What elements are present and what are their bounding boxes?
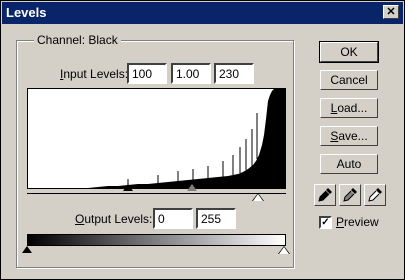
channel-value: Black (88, 33, 118, 47)
input-gamma-field[interactable]: 1.00 (171, 63, 211, 84)
input-slider-track (27, 193, 286, 194)
output-white-field[interactable]: 255 (196, 208, 236, 229)
black-eyedropper-icon (318, 188, 332, 202)
black-eyedropper-button[interactable] (314, 184, 336, 206)
close-button[interactable]: ✕ (383, 5, 399, 19)
output-black-field[interactable]: 0 (153, 208, 193, 229)
output-white-slider-handle[interactable] (279, 247, 289, 254)
preview-checkbox[interactable]: ✓ (319, 216, 332, 229)
preview-label[interactable]: Preview (336, 215, 379, 229)
white-eyedropper-icon (368, 188, 382, 202)
input-white-slider-handle[interactable] (253, 194, 263, 201)
title-bar[interactable]: Levels ✕ (2, 2, 403, 24)
histogram (27, 88, 286, 189)
input-gamma-slider-handle[interactable] (187, 184, 197, 191)
window-title: Levels (6, 5, 47, 20)
output-gradient-bar (27, 234, 286, 246)
histogram-graph (28, 89, 285, 188)
ok-button[interactable]: OK (319, 41, 379, 63)
input-black-slider-handle[interactable] (123, 184, 133, 191)
auto-button[interactable]: Auto (320, 154, 378, 174)
cancel-button[interactable]: Cancel (320, 70, 378, 90)
input-levels-label: Input Levels: (60, 67, 129, 81)
gray-eyedropper-button[interactable] (339, 184, 361, 206)
checkmark-icon: ✓ (321, 217, 330, 228)
save-button[interactable]: Save... (320, 126, 378, 146)
close-icon: ✕ (386, 6, 396, 18)
histogram-fill (28, 89, 285, 188)
channel-group-label: Channel: Black (34, 33, 121, 47)
channel-label: Channel: (37, 33, 86, 47)
input-black-field[interactable]: 100 (127, 63, 167, 84)
output-black-slider-handle[interactable] (22, 246, 32, 253)
gray-eyedropper-icon (343, 188, 357, 202)
load-button[interactable]: Load... (320, 98, 378, 118)
white-eyedropper-button[interactable] (364, 184, 386, 206)
input-white-field[interactable]: 230 (214, 63, 254, 84)
output-levels-label: Output Levels: (75, 212, 153, 226)
